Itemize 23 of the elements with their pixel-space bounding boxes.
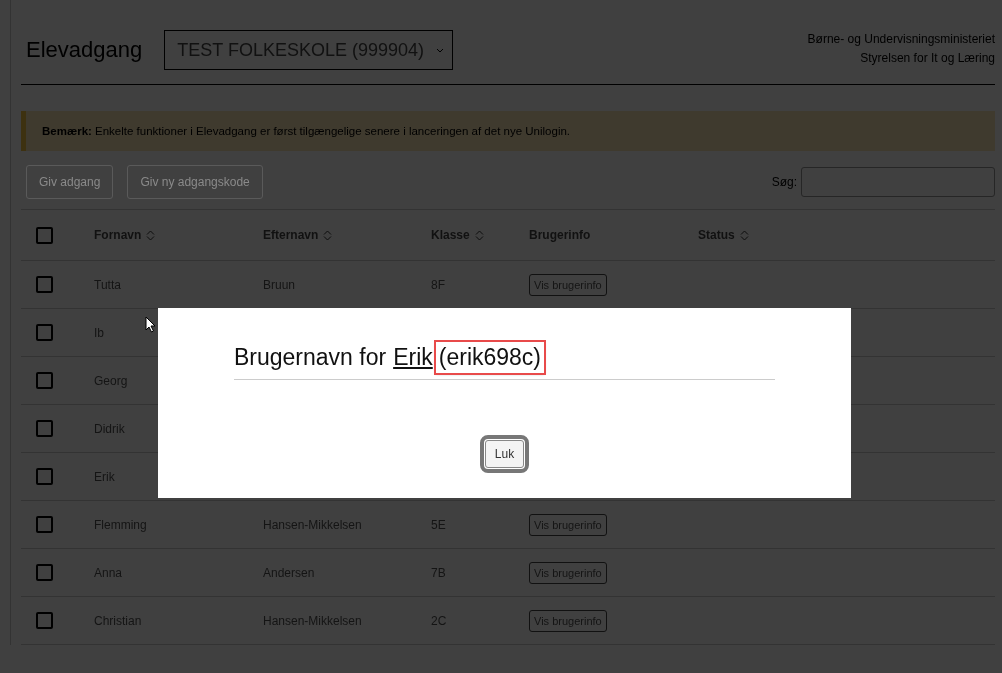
dialog-title: Brugernavn for xyxy=(234,344,387,371)
row-checkbox[interactable] xyxy=(36,276,53,293)
row-checkbox[interactable] xyxy=(36,372,53,389)
select-all-checkbox[interactable] xyxy=(36,226,53,244)
search-field[interactable] xyxy=(801,167,995,197)
sort-icon[interactable] xyxy=(739,229,749,241)
mouse-pointer-icon xyxy=(145,316,156,333)
row-checkbox[interactable] xyxy=(36,324,53,341)
row-checkbox[interactable] xyxy=(36,468,53,485)
student-name-link[interactable]: Erik xyxy=(393,344,433,371)
organization-name: Børne- og Undervisningsministeriet xyxy=(807,32,995,46)
username-text: (erik698c) xyxy=(435,342,545,373)
row-checkbox[interactable] xyxy=(36,420,53,437)
sort-icon[interactable] xyxy=(323,229,333,241)
chevron-icon xyxy=(436,47,444,53)
row-checkbox[interactable] xyxy=(36,516,53,533)
organization-name: Styrelsen for It og Læring xyxy=(860,51,995,65)
row-checkbox[interactable] xyxy=(36,564,53,581)
sort-icon[interactable] xyxy=(146,229,156,241)
search-label: Søg: xyxy=(771,175,797,189)
sort-icon[interactable] xyxy=(474,229,484,241)
row-checkbox[interactable] xyxy=(36,612,53,629)
page-title: Elevadgang xyxy=(26,37,143,63)
